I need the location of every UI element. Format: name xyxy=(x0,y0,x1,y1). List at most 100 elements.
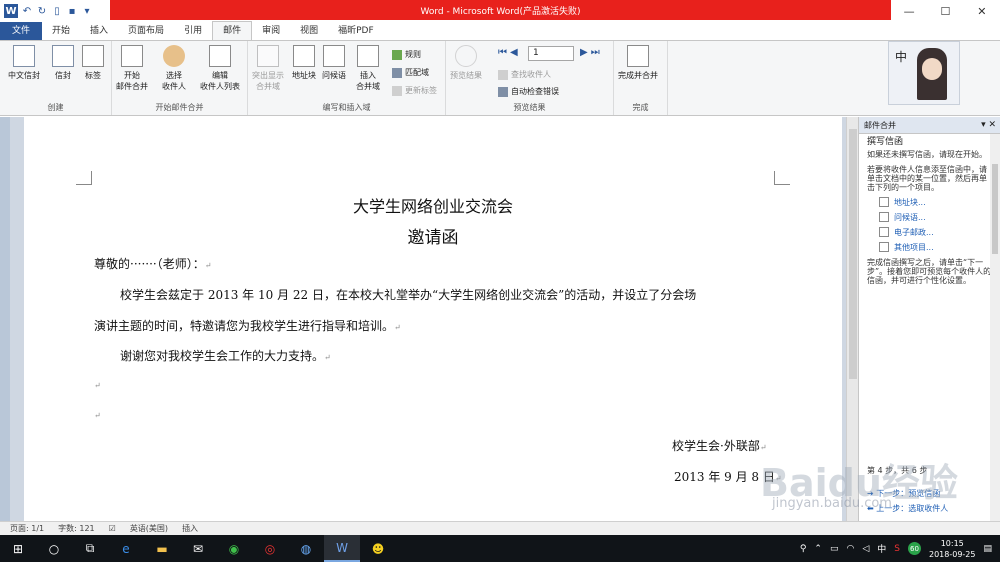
finish-merge-label: 完成并合并 xyxy=(618,71,658,80)
group-start-mail-merge-label: 开始邮件合并 xyxy=(155,103,204,112)
next-step-link[interactable]: ➔ 下一步：预览信函 xyxy=(867,488,948,499)
save-icon[interactable]: ▪ xyxy=(66,5,78,17)
start-mail-merge-button[interactable]: 开始 邮件合并 xyxy=(116,45,148,92)
undo-icon[interactable]: ↶ xyxy=(21,5,33,17)
redo-icon[interactable]: ↻ xyxy=(36,5,48,17)
user-avatar[interactable]: 中 xyxy=(888,41,960,105)
vertical-ruler xyxy=(0,117,10,521)
tab-references[interactable]: 引用 xyxy=(174,22,212,40)
first-record-icon[interactable]: ⏮ xyxy=(498,47,507,58)
word-app-icon[interactable]: W xyxy=(4,4,18,18)
netease-music-icon[interactable]: ◎ xyxy=(252,535,288,562)
minimize-button[interactable]: — xyxy=(891,0,927,22)
address-block-link[interactable]: 地址块... xyxy=(879,197,992,207)
tab-mailings[interactable]: 邮件 xyxy=(212,21,253,40)
file-explorer-icon[interactable]: ▬ xyxy=(144,535,180,562)
word-taskbar-icon[interactable]: W xyxy=(324,535,360,562)
postage-icon xyxy=(879,227,889,237)
tab-home[interactable]: 开始 xyxy=(42,22,80,40)
edit-recipient-list-button[interactable]: 编辑 收件人列表 xyxy=(200,45,240,92)
game-app-icon[interactable]: ◍ xyxy=(288,535,324,562)
tab-file[interactable]: 文件 xyxy=(0,22,43,40)
auto-check-errors-button[interactable]: 自动检查错误 xyxy=(498,86,559,97)
address-block-button[interactable]: 地址块 xyxy=(292,45,316,81)
volume-icon[interactable]: ◁ xyxy=(862,544,869,554)
preview-results-button[interactable]: 预览结果 xyxy=(450,45,482,81)
finish-merge-icon xyxy=(627,45,649,67)
group-create: 中文信封 信封 标签 创建 xyxy=(0,41,112,115)
greeting-line-link[interactable]: 问候语... xyxy=(879,212,992,222)
chinese-envelope-label: 中文信封 xyxy=(8,71,40,80)
insert-merge-field-button[interactable]: 插入 合并域 xyxy=(356,45,380,92)
mail-icon[interactable]: ✉ xyxy=(180,535,216,562)
envelope-button[interactable]: 信封 xyxy=(52,45,74,81)
task-view-icon[interactable]: ⧉ xyxy=(72,535,108,562)
browser-360-icon[interactable]: ◉ xyxy=(216,535,252,562)
security-badge[interactable]: 60 xyxy=(907,542,921,555)
update-labels-button[interactable]: 更新标签 xyxy=(392,85,437,96)
battery-icon[interactable]: ▭ xyxy=(830,544,839,554)
new-document-icon[interactable]: ▯ xyxy=(51,5,63,17)
tab-insert[interactable]: 插入 xyxy=(80,22,118,40)
labels-button[interactable]: 标签 xyxy=(82,45,104,81)
pane-scrollbar[interactable] xyxy=(990,134,1000,521)
body-line-3: 谢谢您对我校学生会工作的大力支持。↵ xyxy=(120,349,331,363)
signature-line: 校学生会·外联部↵ xyxy=(672,439,767,453)
step-indicator: 第 4 步，共 6 步 ➔ 下一步：预览信函 ⬅ 上一步：选取收件人 xyxy=(867,465,948,514)
select-recipients-label1: 选择 xyxy=(166,71,182,80)
rules-button[interactable]: 规则 xyxy=(392,49,421,60)
record-number-input[interactable]: 1 xyxy=(528,46,574,61)
scrollbar-thumb[interactable] xyxy=(849,129,857,379)
ime-indicator[interactable]: 中 xyxy=(877,542,886,555)
tab-page-layout[interactable]: 页面布局 xyxy=(118,22,174,40)
signature-text: 校学生会·外联部 xyxy=(672,439,760,453)
electronic-postage-link[interactable]: 电子邮政... xyxy=(879,227,992,237)
qq-icon[interactable]: ☻ xyxy=(360,535,396,562)
maximize-button[interactable]: ☐ xyxy=(927,0,963,22)
salutation-text: 尊敬的·······（老师）： xyxy=(94,257,205,271)
previous-record-icon[interactable]: ◀ xyxy=(510,47,518,58)
search-icon[interactable]: ○ xyxy=(36,535,72,562)
word-count[interactable]: 字数: 121 xyxy=(58,523,95,534)
insert-mode[interactable]: 插入 xyxy=(182,523,198,534)
people-icon[interactable]: ⚲ xyxy=(800,544,807,554)
last-record-icon[interactable]: ⏭ xyxy=(591,47,600,58)
next-arrow-icon: ➔ xyxy=(867,489,877,498)
language-indicator[interactable]: 英语(美国) xyxy=(130,523,168,534)
sogou-input-icon[interactable]: S xyxy=(894,544,900,554)
highlight-merge-fields-button[interactable]: 突出显示 合并域 xyxy=(252,45,284,92)
edit-recipient-list-label2: 收件人列表 xyxy=(200,82,240,91)
find-recipient-button[interactable]: 查找收件人 xyxy=(498,69,551,80)
match-fields-button[interactable]: 匹配域 xyxy=(392,67,429,78)
tab-view[interactable]: 视图 xyxy=(290,22,328,40)
windows-start-icon[interactable]: ⊞ xyxy=(0,535,36,562)
rules-label: 规则 xyxy=(405,50,421,59)
previous-step-link[interactable]: ⬅ 上一步：选取收件人 xyxy=(867,503,948,514)
greeting-line-button[interactable]: 问候语 xyxy=(322,45,346,81)
chevron-up-icon[interactable]: ⌃ xyxy=(814,544,822,554)
proofing-icon[interactable]: ☑ xyxy=(109,524,116,533)
page-count[interactable]: 页面: 1/1 xyxy=(10,523,44,534)
group-create-label: 创建 xyxy=(47,103,64,112)
close-button[interactable]: ✕ xyxy=(964,0,1000,22)
more-items-link[interactable]: 其他项目... xyxy=(879,242,992,252)
tab-review[interactable]: 审阅 xyxy=(252,22,290,40)
wifi-icon[interactable]: ◠ xyxy=(846,544,854,554)
finish-merge-button[interactable]: 完成并合并 xyxy=(618,45,658,81)
pane-close-icon[interactable]: ▾ ✕ xyxy=(981,117,996,134)
document-page[interactable]: 大学生网络创业交流会 邀请函 尊敬的·······（老师）：↵ 校学生会兹定于 … xyxy=(24,117,842,521)
select-recipients-button[interactable]: 选择 收件人 xyxy=(162,45,186,92)
customize-toolbar-icon[interactable]: ▾ xyxy=(81,5,93,17)
group-finish-label: 完成 xyxy=(632,103,649,112)
greeting-line-icon xyxy=(879,212,889,222)
pane-scrollbar-thumb[interactable] xyxy=(992,164,998,254)
clock[interactable]: 10:15 2018-09-25 xyxy=(929,538,976,560)
vertical-scrollbar[interactable] xyxy=(846,117,858,521)
chinese-envelope-button[interactable]: 中文信封 xyxy=(8,45,40,81)
next-record-icon[interactable]: ▶ xyxy=(580,47,588,58)
back-arrow-icon: ⬅ xyxy=(867,504,877,513)
tab-foxit-pdf[interactable]: 福昕PDF xyxy=(328,22,384,40)
find-recipient-icon xyxy=(498,69,508,80)
notification-icon[interactable]: ▤ xyxy=(983,544,992,554)
edge-browser-icon[interactable]: e xyxy=(108,535,144,562)
